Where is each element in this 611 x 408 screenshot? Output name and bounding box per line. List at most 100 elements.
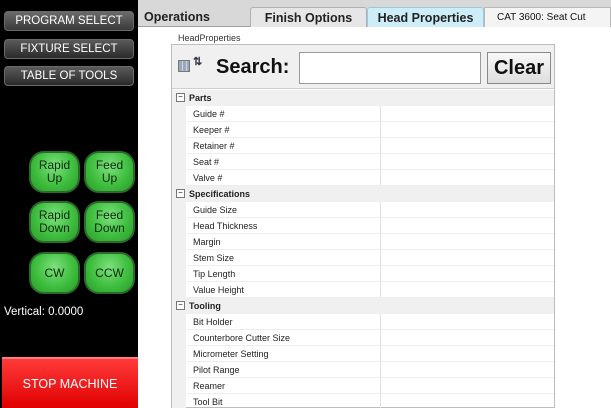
property-name: Counterbore Cutter Size — [193, 333, 291, 343]
category-label: Specifications — [189, 189, 251, 199]
property-list: − Parts Guide # Keeper # Retainer # Seat # Val… — [172, 90, 554, 408]
property-row[interactable]: Guide # — [172, 106, 554, 122]
search-label: Search: — [216, 56, 290, 78]
property-row[interactable]: Seat # — [172, 154, 554, 170]
row-gutter — [172, 266, 186, 282]
property-value-field[interactable] — [380, 218, 554, 233]
alphabetical-sort-icon[interactable]: ⇅ — [193, 57, 202, 68]
property-row[interactable]: Micrometer Setting — [172, 346, 554, 362]
rapid-down-label: Rapid Down — [38, 208, 71, 235]
property-name: Tool Bit — [193, 397, 223, 407]
row-gutter — [172, 394, 186, 408]
row-gutter — [172, 154, 186, 170]
ccw-button[interactable]: CCW — [84, 252, 135, 294]
property-row[interactable]: Guide Size — [172, 202, 554, 218]
row-gutter — [172, 138, 186, 154]
property-value-field[interactable] — [380, 250, 554, 265]
property-row[interactable]: Reamer — [172, 378, 554, 394]
row-gutter — [172, 378, 186, 394]
property-value-field[interactable] — [380, 122, 554, 137]
property-row[interactable]: Tip Length — [172, 266, 554, 282]
property-row[interactable]: Margin — [172, 234, 554, 250]
property-row[interactable]: Value Height — [172, 282, 554, 298]
rapid-down-button[interactable]: Rapid Down — [29, 201, 80, 243]
cw-button[interactable]: CW — [29, 252, 80, 294]
property-value-field[interactable] — [380, 314, 554, 329]
property-name: Stem Size — [193, 253, 235, 263]
property-value-field[interactable] — [380, 234, 554, 249]
row-gutter — [172, 218, 186, 234]
property-grid-toolbar: ⇅ Search: Clear — [172, 45, 554, 89]
tab-operations[interactable]: Operations — [138, 7, 250, 27]
row-gutter — [172, 234, 186, 250]
property-value-field[interactable] — [380, 378, 554, 393]
row-gutter — [172, 346, 186, 362]
machine-control-panel: PROGRAM SELECT FIXTURE SELECT TABLE OF T… — [0, 0, 138, 408]
category-row-specifications[interactable]: − Specifications — [172, 186, 554, 202]
feed-down-label: Feed Down — [94, 208, 125, 235]
property-value-field[interactable] — [380, 202, 554, 217]
property-name: Bit Holder — [193, 317, 233, 327]
category-label: Parts — [189, 93, 212, 103]
category-label: Tooling — [189, 301, 221, 311]
collapse-toggle-icon[interactable]: − — [176, 93, 185, 102]
property-value-field[interactable] — [380, 106, 554, 121]
property-value-field[interactable] — [380, 266, 554, 281]
property-name: Margin — [193, 237, 221, 247]
property-value-field[interactable] — [380, 362, 554, 377]
property-value-field[interactable] — [380, 394, 554, 408]
property-value-field[interactable] — [380, 282, 554, 297]
row-gutter — [172, 202, 186, 218]
property-name: Retainer # — [193, 141, 235, 151]
table-of-tools-button[interactable]: TABLE OF TOOLS — [4, 66, 134, 86]
tab-head-properties[interactable]: Head Properties — [367, 7, 484, 27]
search-input[interactable] — [299, 52, 481, 84]
property-name: Guide # — [193, 109, 225, 119]
property-name: Keeper # — [193, 125, 230, 135]
tab-bar: Operations Finish Options Head Propertie… — [138, 0, 611, 27]
property-row[interactable]: Valve # — [172, 170, 554, 186]
program-select-button[interactable]: PROGRAM SELECT — [4, 11, 134, 31]
rapid-up-label: Rapid Up — [38, 158, 71, 185]
property-grid: ⇅ Search: Clear − Parts Guide # Keeper # Ret… — [171, 44, 555, 408]
categorized-view-icon[interactable] — [178, 60, 190, 72]
property-value-field[interactable] — [380, 330, 554, 345]
property-name: Reamer — [193, 381, 226, 391]
property-row[interactable]: Pilot Range — [172, 362, 554, 378]
property-row[interactable]: Tool Bit — [172, 394, 554, 408]
property-grid-title: HeadProperties — [178, 33, 241, 43]
row-gutter — [172, 282, 186, 298]
tab-cat-3600[interactable]: CAT 3600: Seat Cut — [484, 7, 611, 27]
cw-label: CW — [44, 265, 65, 280]
property-name: Value Height — [193, 285, 244, 295]
property-row[interactable]: Bit Holder — [172, 314, 554, 330]
rapid-up-button[interactable]: Rapid Up — [29, 151, 80, 193]
feed-down-button[interactable]: Feed Down — [84, 201, 135, 243]
property-value-field[interactable] — [380, 346, 554, 361]
property-name: Head Thickness — [193, 221, 258, 231]
property-row[interactable]: Head Thickness — [172, 218, 554, 234]
property-row[interactable]: Counterbore Cutter Size — [172, 330, 554, 346]
row-gutter — [172, 170, 186, 186]
property-name: Valve # — [193, 173, 223, 183]
row-gutter — [172, 362, 186, 378]
row-gutter — [172, 106, 186, 122]
tab-finish-options[interactable]: Finish Options — [250, 7, 367, 27]
property-name: Micrometer Setting — [193, 349, 269, 359]
ccw-label: CCW — [95, 265, 124, 280]
property-row[interactable]: Stem Size — [172, 250, 554, 266]
collapse-toggle-icon[interactable]: − — [176, 189, 185, 198]
property-row[interactable]: Keeper # — [172, 122, 554, 138]
feed-up-button[interactable]: Feed Up — [84, 151, 135, 193]
property-value-field[interactable] — [380, 138, 554, 153]
category-row-parts[interactable]: − Parts — [172, 90, 554, 106]
property-value-field[interactable] — [380, 154, 554, 169]
fixture-select-button[interactable]: FIXTURE SELECT — [4, 39, 134, 59]
property-value-field[interactable] — [380, 170, 554, 185]
clear-button[interactable]: Clear — [487, 52, 551, 84]
collapse-toggle-icon[interactable]: − — [176, 301, 185, 310]
property-name: Tip Length — [193, 269, 236, 279]
stop-machine-button[interactable]: STOP MACHINE — [2, 357, 138, 408]
category-row-tooling[interactable]: − Tooling — [172, 298, 554, 314]
property-row[interactable]: Retainer # — [172, 138, 554, 154]
